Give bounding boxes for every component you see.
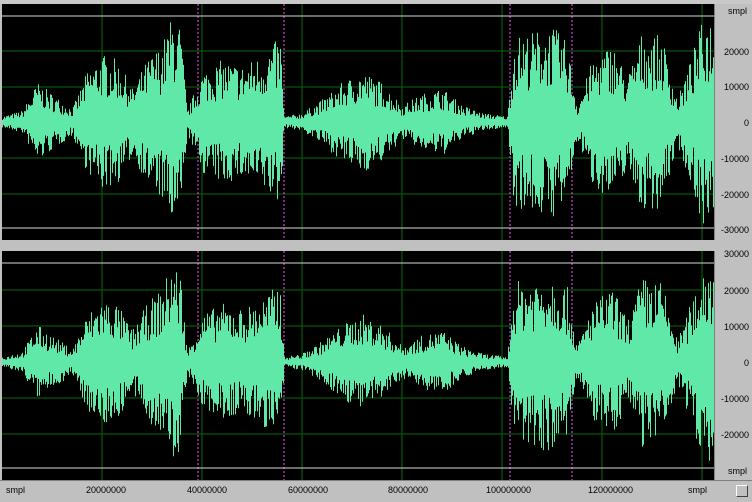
- waveform-editor: smpl 20000 10000 0 -10000 -20000 -30000 …: [0, 0, 752, 502]
- scroll-right-button[interactable]: [736, 485, 748, 497]
- ruler-label: 40000000: [187, 485, 228, 495]
- scale-label: -10000: [720, 154, 749, 164]
- scale-label: -20000: [720, 190, 749, 200]
- ruler-label: 20000000: [86, 485, 127, 495]
- ruler-label: 60000000: [288, 485, 329, 495]
- scale-label: 20000: [723, 47, 749, 57]
- waveform-trace: [2, 22, 714, 224]
- ruler-label: 120000000: [588, 485, 634, 495]
- channel-divider: [0, 240, 752, 251]
- scale-label: 10000: [723, 82, 749, 92]
- scale-unit-label: smpl: [727, 466, 747, 476]
- scale-label: 10000: [723, 322, 749, 332]
- ruler-unit-label: smpl: [6, 485, 26, 495]
- ruler-label: 80000000: [388, 485, 429, 495]
- scale-label: -10000: [720, 394, 749, 404]
- scale-label: 30000: [723, 249, 749, 259]
- scale-unit-label: smpl: [727, 6, 747, 16]
- waveform-trace: [2, 272, 714, 461]
- waveform-channel-right[interactable]: [2, 251, 714, 480]
- time-ruler[interactable]: smpl 20000000 40000000 60000000 80000000…: [0, 480, 752, 502]
- scale-label: 0: [743, 118, 749, 128]
- ruler-label: 100000000: [486, 485, 532, 495]
- waveform-channel-left[interactable]: [2, 4, 714, 240]
- scale-label: -20000: [720, 430, 749, 440]
- scale-label: -30000: [720, 225, 749, 235]
- scale-label: 0: [743, 358, 749, 368]
- amplitude-scale-left: smpl 20000 10000 0 -10000 -20000 -30000: [714, 4, 752, 240]
- waveform-right-svg: [2, 251, 714, 480]
- amplitude-scale-right: 30000 20000 10000 0 -10000 -20000 smpl: [714, 249, 752, 480]
- waveform-left-svg: [2, 4, 714, 240]
- ruler-unit-label-end: smpl: [688, 485, 708, 495]
- scale-label: 20000: [723, 286, 749, 296]
